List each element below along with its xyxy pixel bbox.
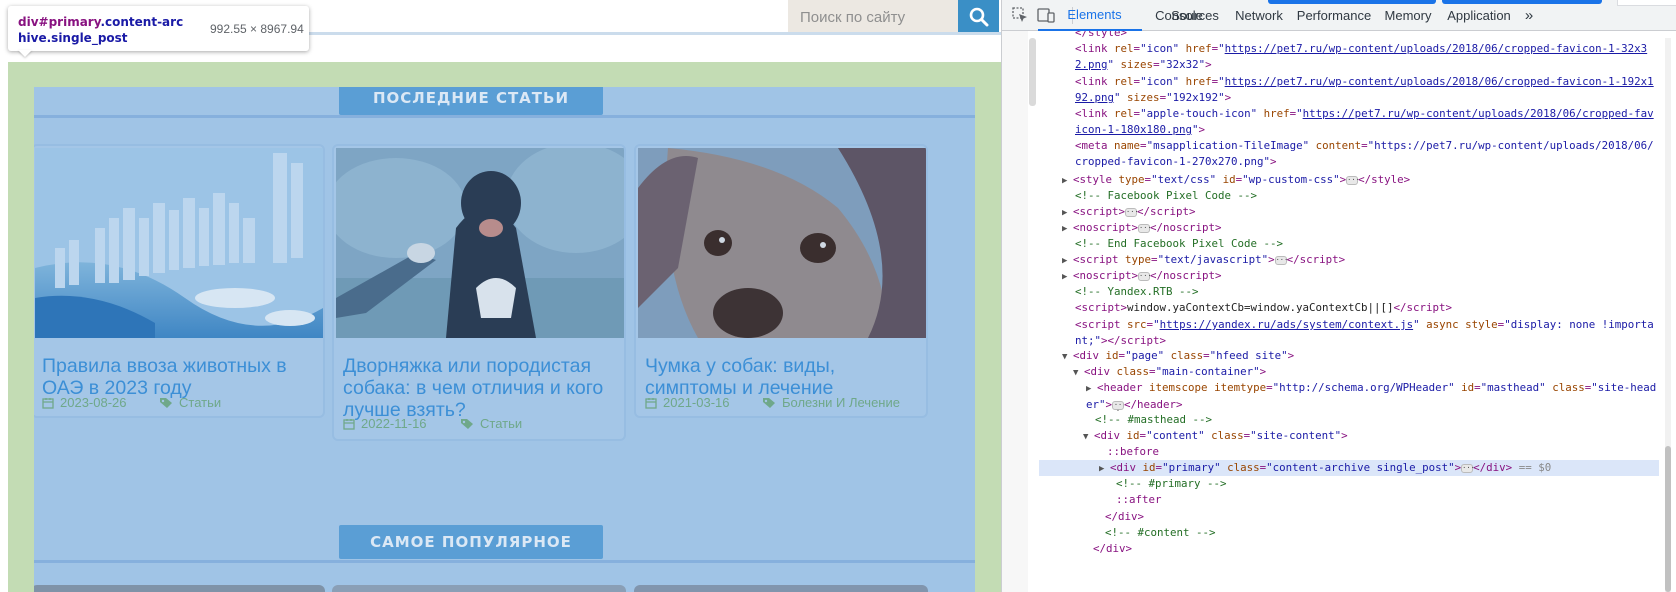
screenshot: Поиск по сайту ПОСЛЕДНИЕ СТАТЬИ Правила … xyxy=(0,0,1676,592)
category-link[interactable]: Статьи xyxy=(179,395,221,410)
tab-network[interactable]: Network xyxy=(1226,0,1292,31)
dom-node[interactable]: <script>window.yaContextCb=window.yaCont… xyxy=(1075,300,1659,316)
tab-elements[interactable]: Elements xyxy=(1038,0,1142,31)
date-text: 2022-11-16 xyxy=(361,416,427,431)
date-text: 2021-03-16 xyxy=(663,395,730,410)
article-image[interactable] xyxy=(336,148,624,338)
dom-comment[interactable]: <!-- #primary --> xyxy=(1116,476,1659,492)
gutter-scroll-thumb[interactable] xyxy=(1029,38,1036,106)
article-category[interactable]: Статьи xyxy=(460,416,522,431)
category-link[interactable]: Статьи xyxy=(480,416,522,431)
calendar-icon xyxy=(645,397,657,409)
calendar-icon xyxy=(42,397,54,409)
dom-node[interactable]: <meta name="msapplication-TileImage" con… xyxy=(1075,138,1659,170)
dom-comment[interactable]: <!-- Facebook Pixel Code --> xyxy=(1075,188,1659,204)
section-divider xyxy=(34,115,975,118)
tag-icon xyxy=(461,418,473,429)
dom-node[interactable]: ▶ <script>···</script> xyxy=(1062,204,1659,220)
article-image[interactable] xyxy=(35,148,323,338)
search-icon xyxy=(969,7,988,26)
more-tabs-icon[interactable]: » xyxy=(1517,0,1541,31)
dom-node[interactable]: ▼ <div id="page" class="hfeed site"> xyxy=(1062,348,1659,364)
dom-comment[interactable]: <!-- End Facebook Pixel Code --> xyxy=(1075,236,1659,252)
dom-node[interactable]: ▶ <style type="text/css" id="wp-custom-cs… xyxy=(1062,172,1659,188)
dom-pseudo[interactable]: ::after xyxy=(1116,492,1659,508)
article-card-partial[interactable] xyxy=(332,585,626,592)
tab-sources[interactable]: Sources xyxy=(1162,0,1228,31)
dom-node[interactable]: <link rel="icon" href="https://pet7.ru/w… xyxy=(1075,74,1659,106)
website-viewport: Поиск по сайту ПОСЛЕДНИЕ СТАТЬИ Правила … xyxy=(0,0,1001,592)
dom-node[interactable]: </div> xyxy=(1093,541,1659,557)
devtools-panel: Elements Console Sources Network Perform… xyxy=(1001,0,1676,592)
search-button[interactable] xyxy=(958,0,999,33)
article-title[interactable]: Чумка у собак: виды, симптомы и лечение xyxy=(645,355,920,399)
dom-node-selected[interactable]: … ▶<div id="primary" class="content-arch… xyxy=(1039,460,1659,476)
dom-gutter xyxy=(1002,31,1028,592)
date-text: 2023-08-26 xyxy=(60,395,127,410)
tab-memory[interactable]: Memory xyxy=(1375,0,1441,31)
dom-comment[interactable]: <!-- #masthead --> xyxy=(1095,412,1659,428)
dom-scrollbar-thumb[interactable] xyxy=(1665,446,1671,592)
article-category[interactable]: Болезни И Лечение xyxy=(762,395,900,410)
element-inspector-tooltip: div#primary.content-archive.single_post … xyxy=(8,6,309,51)
article-title[interactable]: Правила ввоза животных в ОАЭ в 2023 году xyxy=(42,355,317,399)
article-image[interactable] xyxy=(638,148,926,338)
dom-node[interactable]: ▶ <noscript>···</noscript> xyxy=(1062,220,1659,236)
article-card-partial[interactable] xyxy=(34,585,325,592)
devtools-toolbar: Elements Console Sources Network Perform… xyxy=(1002,0,1676,31)
tooltip-dimensions: 992.55 × 8967.94 xyxy=(210,22,304,36)
tag-icon xyxy=(763,397,775,408)
section-title-popular: САМОЕ ПОПУЛЯРНОЕ xyxy=(339,525,603,559)
article-date: 2022-11-16 xyxy=(343,416,427,431)
dom-node[interactable]: ▼ <div class="main-container"> xyxy=(1073,364,1659,380)
search-input[interactable]: Поиск по сайту xyxy=(788,0,958,33)
dom-node[interactable]: ▶ <header itemscope itemtype="http://sche… xyxy=(1086,380,1659,414)
tooltip-arrow xyxy=(18,50,32,57)
inspect-element-icon[interactable] xyxy=(1010,6,1030,24)
tab-performance[interactable]: Performance xyxy=(1291,0,1377,31)
dom-node[interactable]: </style> xyxy=(1075,31,1659,41)
dom-node[interactable]: <link rel="apple-touch-icon" href="https… xyxy=(1075,106,1659,138)
dom-node[interactable]: ▶ <noscript>···</noscript> xyxy=(1062,268,1659,284)
article-title[interactable]: Дворняжка или породистая собака: в чем о… xyxy=(343,355,618,421)
calendar-icon xyxy=(343,418,355,430)
tab-application[interactable]: Application xyxy=(1439,0,1519,31)
article-card[interactable]: Дворняжка или породистая собака: в чем о… xyxy=(332,144,626,441)
top-right-control[interactable] xyxy=(1617,0,1676,6)
tag-icon xyxy=(160,397,172,408)
dom-comment[interactable]: <!-- #content --> xyxy=(1105,525,1659,541)
article-category[interactable]: Статьи xyxy=(159,395,221,410)
dom-tree: </style> <link rel="icon" href="https://… xyxy=(1039,31,1659,592)
dom-node[interactable]: <script src="https://yandex.ru/ads/syste… xyxy=(1075,317,1659,349)
dom-node[interactable]: </div> xyxy=(1105,509,1659,525)
dom-node[interactable]: ▼ <div id="content" class="site-content"> xyxy=(1083,428,1659,444)
selected-node-marker: == $0 xyxy=(1518,461,1552,474)
dom-pseudo[interactable]: ::before xyxy=(1107,444,1659,460)
article-card-partial[interactable] xyxy=(634,585,928,592)
article-date: 2023-08-26 xyxy=(42,395,127,410)
category-link[interactable]: Болезни И Лечение xyxy=(782,395,900,410)
article-card[interactable]: Правила ввоза животных в ОАЭ в 2023 году… xyxy=(34,144,325,418)
section-title-latest: ПОСЛЕДНИЕ СТАТЬИ xyxy=(339,87,603,115)
dom-comment[interactable]: <!-- Yandex.RTB --> xyxy=(1075,284,1659,300)
section-divider xyxy=(34,560,975,563)
primary-content-highlight: ПОСЛЕДНИЕ СТАТЬИ Правила ввоза животных … xyxy=(34,87,975,592)
article-card[interactable]: Чумка у собак: виды, симптомы и лечение … xyxy=(634,144,928,418)
tooltip-selector: div#primary.content-archive.single_post xyxy=(18,15,184,45)
article-date: 2021-03-16 xyxy=(645,395,730,410)
dom-node[interactable]: ▶ <script type="text/javascript">···</scr… xyxy=(1062,252,1659,268)
dom-node[interactable]: <link rel="icon" href="https://pet7.ru/w… xyxy=(1075,41,1659,73)
